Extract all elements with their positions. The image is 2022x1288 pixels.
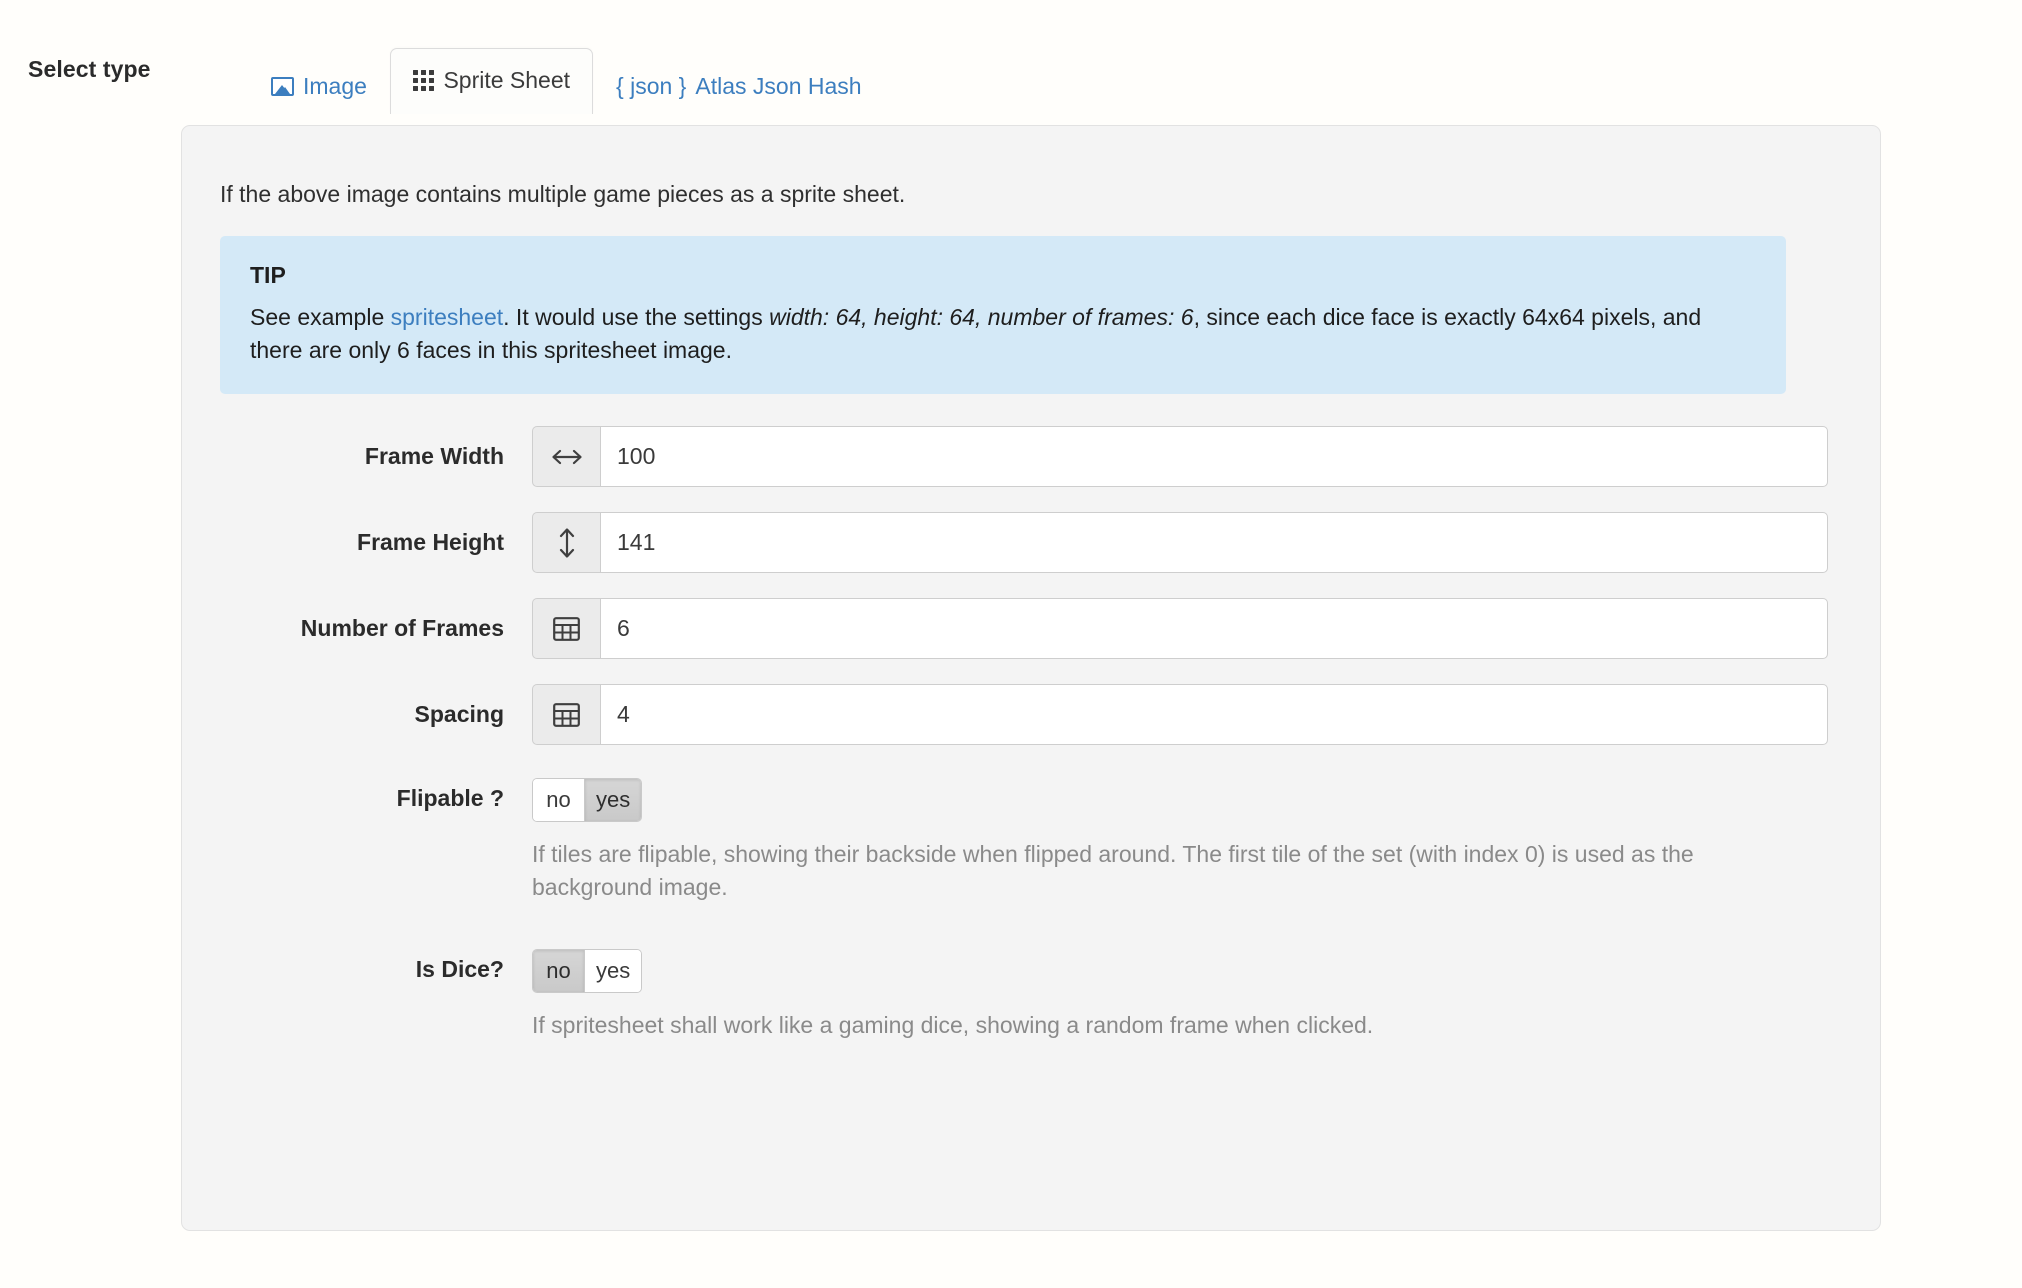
tab-image-label: Image	[303, 73, 367, 99]
number-of-frames-label: Number of Frames	[300, 615, 504, 641]
flipable-option-no[interactable]: no	[533, 779, 584, 821]
spritesheet-example-link[interactable]: spritesheet	[391, 304, 504, 330]
tip-box: TIP See example spritesheet. It would us…	[220, 236, 1786, 395]
is-dice-help-text: If spritesheet shall work like a gaming …	[532, 1012, 1374, 1039]
frame-width-input[interactable]	[600, 426, 1828, 487]
sprite-sheet-form: Frame Width 100 Frame Height 141 Number …	[182, 426, 1880, 1067]
tip-body: See example spritesheet. It would use th…	[250, 301, 1756, 366]
flipable-label: Flipable ?	[396, 785, 504, 811]
tab-image[interactable]: Image	[248, 60, 390, 114]
row-frame-height: Frame Height	[182, 512, 1880, 573]
flipable-help-text: If tiles are flipable, showing their bac…	[532, 841, 1694, 900]
number-of-frames-input[interactable]	[600, 598, 1828, 659]
spacing-input[interactable]	[600, 684, 1828, 745]
is-dice-option-no[interactable]: no	[533, 950, 584, 993]
table-grid-icon	[532, 598, 600, 659]
table-grid-icon	[532, 684, 600, 745]
row-number-of-frames: Number of Frames	[182, 598, 1880, 659]
is-dice-label: Is Dice?	[415, 956, 504, 983]
spacing-label: Spacing	[414, 701, 504, 727]
spacing-input-group	[532, 684, 1828, 745]
tip-mid: . It would use the settings	[503, 304, 770, 330]
select-type-label: Select type	[28, 56, 151, 82]
is-dice-option-yes[interactable]: yes	[584, 950, 642, 993]
arrows-horizontal-icon	[532, 426, 600, 487]
frame-height-label: Frame Height	[357, 529, 504, 555]
sprite-sheet-settings-page: Select type Image Sprite Sheet { json } …	[0, 0, 2022, 1288]
frame-width-label: Frame Width	[364, 443, 504, 469]
row-is-dice: Is Dice? no yes If spritesheet shall wor…	[182, 941, 1880, 1042]
tip-lead: See example	[250, 304, 391, 330]
image-icon	[271, 77, 294, 96]
grid-icon	[412, 69, 435, 92]
frame-width-input-group	[532, 426, 1828, 487]
tip-title: TIP	[250, 262, 286, 288]
number-of-frames-input-group	[532, 598, 1828, 659]
json-icon: { json }	[616, 73, 687, 99]
row-frame-width: Frame Width	[182, 426, 1880, 487]
tip-settings: width: 64, height: 64, number of frames:…	[769, 304, 1194, 330]
arrows-vertical-icon	[532, 512, 600, 573]
tab-sprite-sheet[interactable]: Sprite Sheet	[389, 48, 594, 114]
tab-atlas-json-hash-label: Atlas Json Hash	[695, 73, 862, 99]
frame-height-input[interactable]	[600, 512, 1828, 573]
sprite-sheet-panel: If the above image contains multiple gam…	[181, 125, 1881, 1231]
tab-sprite-sheet-label: Sprite Sheet	[443, 67, 571, 93]
frame-height-input-group	[532, 512, 1828, 573]
flipable-toggle[interactable]: no yes	[532, 778, 643, 822]
type-tab-bar: Image Sprite Sheet { json } Atlas Json H…	[248, 42, 885, 114]
tab-atlas-json-hash[interactable]: { json } Atlas Json Hash	[593, 60, 885, 114]
row-flipable: Flipable ? no yes If tiles are flipable,…	[182, 770, 1880, 903]
flipable-option-yes[interactable]: yes	[584, 779, 642, 821]
is-dice-toggle[interactable]: no yes	[532, 949, 643, 994]
row-spacing: Spacing	[182, 684, 1880, 745]
panel-intro-text: If the above image contains multiple gam…	[220, 181, 906, 207]
